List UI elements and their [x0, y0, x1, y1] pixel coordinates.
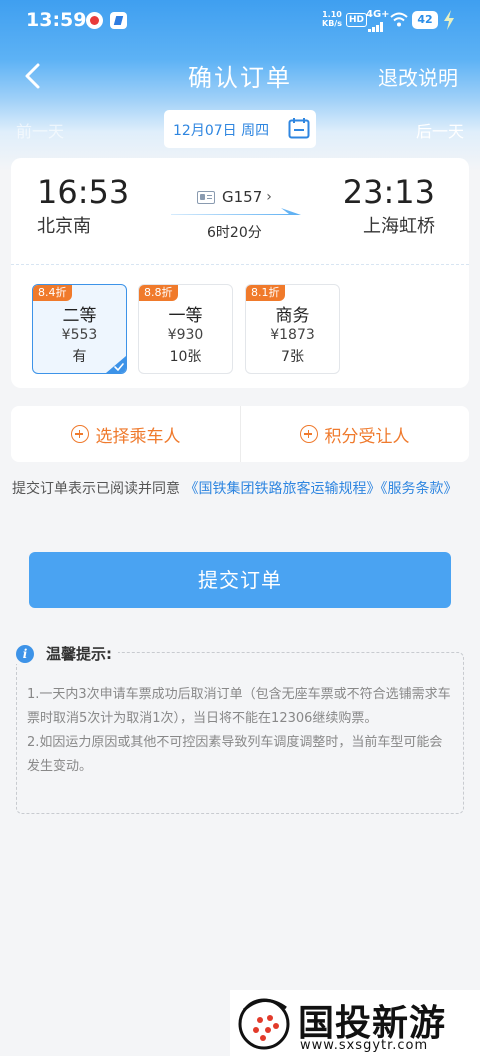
- train-number-link[interactable]: G157 ›: [197, 188, 272, 206]
- terms-link[interactable]: 《服务条款》: [380, 481, 457, 497]
- selected-date: 12月07日 周四: [173, 123, 270, 139]
- seat-option-second-class[interactable]: 8.4折 二等 ¥553 有: [32, 284, 127, 374]
- tips-title: 温馨提示:: [46, 645, 112, 663]
- status-time: 13:59: [26, 9, 87, 31]
- agreement-prefix: 提交订单表示已阅读并同意: [12, 481, 180, 497]
- points-recipient-label: 积分受让人: [324, 426, 410, 447]
- submit-order-button[interactable]: 提交订单: [29, 552, 451, 608]
- route-arrow-icon: [171, 208, 301, 215]
- seat-price: ¥930: [167, 327, 204, 343]
- train-info-card: 16:53 北京南 G157 › 6时20分 23:13 上海虹桥 8.4折 二…: [11, 158, 469, 388]
- trip-duration: 6时20分: [207, 225, 262, 241]
- seat-option-first-class[interactable]: 8.8折 一等 ¥930 10张: [138, 284, 233, 374]
- notification-app-icon: [110, 12, 127, 29]
- tips-content: 1.一天内3次申请车票成功后取消订单（包含无座车票或不符合选铺需求车票时取消5次…: [27, 683, 453, 779]
- seat-price: ¥1873: [270, 327, 315, 343]
- refund-change-info-link[interactable]: 退改说明: [378, 62, 458, 91]
- choose-passenger-button[interactable]: 选择乘车人: [11, 406, 240, 462]
- info-icon: i: [16, 644, 34, 663]
- tips-header: i 温馨提示:: [16, 643, 118, 664]
- netease-music-icon: [86, 12, 103, 29]
- site-watermark: 国投新游网 www.sxsgytr.com: [230, 990, 480, 1056]
- chevron-right-icon: ›: [266, 189, 272, 205]
- network-type: 4G+: [366, 9, 390, 20]
- arrival-station: 上海虹桥: [363, 216, 435, 237]
- seat-availability: 7张: [281, 349, 304, 365]
- rules-link[interactable]: 《国铁集团铁路旅客运输规程》: [184, 481, 380, 497]
- seat-price: ¥553: [61, 327, 98, 343]
- seat-class-name: 一等: [168, 306, 203, 326]
- discount-badge: 8.8折: [139, 285, 178, 301]
- discount-badge: 8.4折: [33, 285, 72, 301]
- departure-station: 北京南: [37, 216, 91, 237]
- charging-icon: [444, 10, 454, 30]
- points-recipient-button[interactable]: 积分受让人: [240, 406, 469, 462]
- departure-time: 16:53: [37, 173, 130, 211]
- checkmark-icon: [106, 356, 126, 373]
- seat-class-name: 二等: [62, 306, 97, 326]
- agreement-text: 提交订单表示已阅读并同意 《国铁集团铁路旅客运输规程》《服务条款》: [12, 476, 468, 502]
- tips-box: 1.一天内3次申请车票成功后取消订单（包含无座车票或不符合选铺需求车票时取消5次…: [16, 652, 464, 814]
- tip-item: 1.一天内3次申请车票成功后取消订单（包含无座车票或不符合选铺需求车票时取消5次…: [27, 687, 451, 726]
- arrival-time: 23:13: [342, 173, 435, 211]
- plus-circle-icon: [70, 425, 89, 443]
- passenger-actions: 选择乘车人 积分受让人: [11, 406, 469, 462]
- calendar-icon: [288, 118, 310, 139]
- wifi-icon: [390, 12, 408, 27]
- seat-class-name: 商务: [275, 306, 310, 326]
- plus-circle-icon: [299, 425, 318, 443]
- seat-option-business-class[interactable]: 8.1折 商务 ¥1873 7张: [245, 284, 340, 374]
- id-card-icon: [197, 190, 215, 204]
- hd-badge: HD: [346, 13, 368, 27]
- signal-icon: [368, 22, 383, 32]
- seat-availability: 10张: [169, 349, 202, 365]
- date-selector[interactable]: 12月07日 周四: [164, 110, 316, 148]
- status-bar: 13:59 1.10 KB/s HD 4G+ 42: [0, 0, 480, 40]
- choose-passenger-label: 选择乘车人: [95, 426, 181, 447]
- train-number: G157: [222, 188, 263, 206]
- next-day-button[interactable]: 后一天: [416, 118, 464, 142]
- battery-icon: 42: [412, 11, 438, 29]
- network-speed: 1.10 KB/s: [322, 10, 342, 28]
- card-divider: [11, 264, 469, 265]
- tip-item: 2.如因运力原因或其他不可控因素导致列车调度调整时，当前车型可能会发生变动。: [27, 735, 443, 774]
- prev-day-button[interactable]: 前一天: [16, 118, 64, 142]
- site-logo: [238, 998, 290, 1050]
- discount-badge: 8.1折: [246, 285, 285, 301]
- watermark-url: www.sxsgytr.com: [300, 1038, 429, 1053]
